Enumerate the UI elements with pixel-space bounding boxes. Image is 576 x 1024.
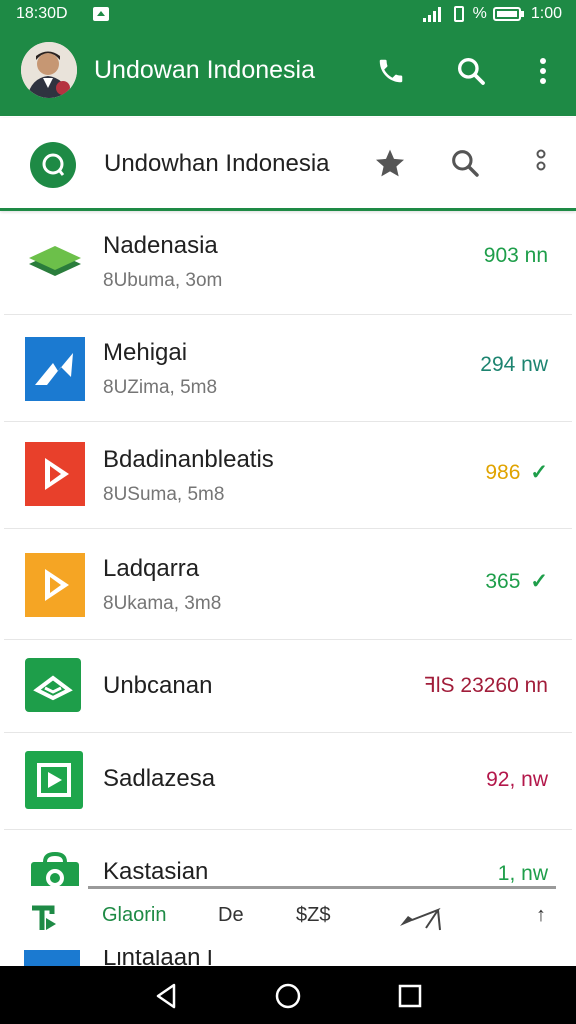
back-icon[interactable] — [154, 983, 178, 1009]
item-subtitle: 8Ubuma, 3om — [103, 270, 223, 291]
check-icon: ✓ — [530, 461, 548, 484]
orange-play-icon — [25, 553, 85, 617]
item-meta: ꟻlS 23260 nn — [423, 674, 548, 697]
star-button[interactable] — [373, 146, 407, 180]
call-button[interactable] — [374, 54, 408, 88]
check-icon: ✓ — [530, 570, 548, 593]
phone-icon — [379, 59, 403, 83]
blue-app-icon — [24, 950, 80, 966]
next-list-item-peek: Lintalaan l — [0, 950, 576, 966]
star-icon — [376, 149, 404, 177]
list-item[interactable]: Nadenasia 8Ubuma, 3om 903 nn — [4, 210, 572, 315]
app-title: Undowan Indonesia — [94, 56, 315, 84]
chat-header: Undowhan Indonesia — [0, 118, 576, 211]
tab-label[interactable]: $Z$ — [296, 904, 330, 927]
item-title: Sadlazesa — [103, 765, 216, 792]
upload-arrow-icon[interactable]: ↑ — [536, 904, 546, 927]
item-meta: 986 ✓ — [485, 460, 548, 485]
vibrate-icon — [453, 6, 464, 22]
green-mail-icon — [25, 658, 81, 712]
tab-label[interactable]: De — [218, 904, 244, 927]
search-icon — [452, 150, 479, 177]
list-item[interactable]: Sadlazesa 92, nw — [4, 733, 572, 830]
item-title: Lintalaan l — [103, 950, 213, 966]
green-layers-icon — [29, 246, 81, 276]
item-subtitle: 8UZima, 5m8 — [103, 377, 218, 398]
item-title: Nadenasia — [103, 232, 218, 259]
send-icon[interactable] — [398, 906, 444, 932]
list-item[interactable]: Bdadinanbleatis 8USuma, 5m8 986 ✓ — [4, 422, 572, 529]
chat-search-button[interactable] — [448, 146, 482, 180]
status-clock: 1:00 — [530, 5, 562, 22]
chat-title: Undowhan Indonesia — [104, 150, 330, 177]
item-subtitle: 8Ukama, 3m8 — [103, 593, 222, 614]
tab-indicator — [88, 886, 556, 889]
bottom-tab-bar: Glaorin De $Z$ ↑ — [0, 886, 576, 950]
search-button[interactable] — [454, 54, 488, 88]
chat-list: Nadenasia 8Ubuma, 3om 903 nn Mehigai 8UZ… — [4, 210, 572, 892]
more-vert-icon — [536, 149, 546, 171]
list-item[interactable]: Unbcanan ꟻlS 23260 nn — [4, 640, 572, 733]
item-title: Bdadinanbleatis — [103, 446, 274, 473]
item-title: Unbcanan — [103, 672, 213, 699]
battery-icon — [492, 7, 524, 21]
list-item[interactable]: Kastasian 1, nw — [4, 830, 572, 892]
home-icon[interactable] — [274, 982, 302, 1010]
battery-percent: % — [472, 5, 487, 22]
system-nav-bar — [0, 966, 576, 1024]
overflow-menu-button[interactable] — [526, 54, 560, 88]
person-icon — [21, 42, 77, 98]
item-title: Mehigai — [103, 339, 188, 366]
tab-label-active[interactable]: Glaorin — [102, 904, 166, 927]
item-meta-text: 365 — [485, 569, 521, 593]
group-logo-icon — [42, 153, 65, 176]
chat-menu-button[interactable] — [524, 146, 558, 180]
notification-icon — [93, 7, 109, 21]
item-meta-text: 986 — [485, 460, 521, 484]
item-meta: 294 nw — [480, 353, 548, 376]
item-meta: 365 ✓ — [485, 569, 548, 594]
item-meta: 92, nw — [486, 768, 548, 791]
item-meta: 903 nn — [483, 244, 548, 267]
blue-arrow-icon — [25, 337, 85, 401]
recents-icon[interactable] — [398, 984, 422, 1008]
item-subtitle: 8USuma, 5m8 — [103, 484, 225, 505]
tab-home-icon[interactable] — [30, 904, 60, 932]
group-logo[interactable] — [30, 142, 76, 188]
item-title: Kastasian — [103, 858, 209, 885]
search-icon — [458, 58, 485, 85]
red-play-icon — [25, 442, 85, 506]
green-video-icon — [25, 751, 83, 809]
list-item[interactable]: Ladqarra 8Ukama, 3m8 365 ✓ — [4, 529, 572, 640]
app-bar: Undowan Indonesia — [0, 28, 576, 116]
list-item[interactable]: Mehigai 8UZima, 5m8 294 nw — [4, 315, 572, 422]
status-bar: 18:30D % 1:00 — [0, 0, 576, 28]
avatar[interactable] — [21, 42, 77, 98]
signal-icon — [422, 7, 441, 22]
item-title: Ladqarra — [103, 555, 200, 582]
status-time: 18:30D — [16, 5, 68, 22]
item-meta: 1, nw — [497, 862, 548, 885]
more-vert-icon — [540, 58, 546, 84]
